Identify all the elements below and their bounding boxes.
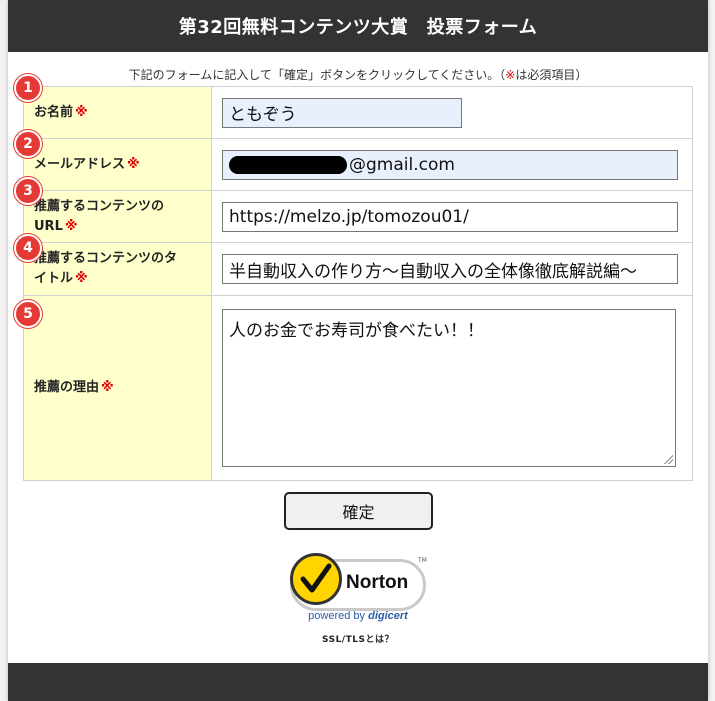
reason-label-cell: 推薦の理由 ※	[23, 295, 212, 481]
title-label-line2: イトル	[34, 271, 74, 286]
page-footer	[8, 663, 708, 701]
marker-4-number: 4	[23, 240, 33, 256]
title-label-cell: 推薦するコンテンツのタ イトル ※	[23, 242, 212, 296]
form-row-name: お名前 ※ ともぞう	[23, 86, 693, 139]
confirm-button[interactable]: 確定	[284, 492, 433, 530]
marker-3: 3	[14, 177, 42, 205]
checkmark-icon	[300, 563, 332, 593]
url-field-cell: https://melzo.jp/tomozou01/	[211, 190, 693, 243]
vote-form-table: お名前 ※ ともぞう メールアドレス ※ @gmail.com 推薦するコンテンツの…	[23, 86, 693, 481]
reason-label: 推薦の理由	[34, 380, 100, 395]
url-label-cell: 推薦するコンテンツの URL ※	[23, 190, 212, 243]
required-mark: ※	[505, 68, 516, 82]
url-input-value: https://melzo.jp/tomozou01/	[229, 206, 469, 227]
email-label: メールアドレス	[34, 156, 126, 172]
email-field-cell: @gmail.com	[211, 138, 693, 191]
title-field-cell: 半自動収入の作り方～自動収入の全体像徹底解説編～	[211, 242, 693, 296]
content-title-input-value: 半自動収入の作り方～自動収入の全体像徹底解説編～	[229, 261, 637, 282]
required-mark: ※	[64, 218, 78, 234]
instructions-text-end: は必須項目）	[515, 68, 588, 82]
norton-check-icon	[290, 553, 342, 605]
required-mark: ※	[101, 380, 114, 395]
marker-5-number: 5	[23, 306, 33, 322]
required-mark: ※	[75, 104, 88, 120]
marker-3-number: 3	[23, 183, 33, 199]
page-title: 第32回無料コンテンツ大賞 投票フォーム	[178, 17, 538, 38]
ssl-info-link[interactable]: SSL/TLSとは？	[8, 632, 708, 645]
content-title-input[interactable]: 半自動収入の作り方～自動収入の全体像徹底解説編～	[222, 254, 678, 284]
powered-by-text: powered by	[308, 610, 366, 622]
email-input-value: @gmail.com	[349, 154, 455, 175]
powered-by-line: powered by digicert	[8, 610, 708, 622]
name-field-cell: ともぞう	[211, 86, 693, 139]
url-label-line1: 推薦するコンテンツの	[34, 198, 165, 214]
marker-2: 2	[14, 130, 42, 158]
reason-textarea-value: 人のお金でお寿司が食べたい！！	[229, 321, 484, 341]
trademark-mark: TM	[418, 557, 427, 564]
name-input-value: ともぞう	[229, 105, 297, 125]
instructions-text: 下記のフォームに記入して「確定」ボタンをクリックしてください。（	[128, 68, 506, 82]
redacted-block	[229, 155, 347, 174]
required-mark: ※	[127, 156, 140, 172]
ssl-info-text: SSL/TLSとは？	[322, 635, 394, 645]
name-input[interactable]: ともぞう	[222, 97, 462, 128]
marker-4: 4	[14, 234, 42, 262]
page-frame: 第32回無料コンテンツ大賞 投票フォーム 下記のフォームに記入して「確定」ボタン…	[8, 0, 708, 701]
marker-5: 5	[14, 300, 42, 328]
email-input[interactable]: @gmail.com	[222, 149, 678, 180]
url-input[interactable]: https://melzo.jp/tomozou01/	[222, 201, 678, 232]
form-row-url: 推薦するコンテンツの URL ※ https://melzo.jp/tomozou…	[23, 190, 693, 243]
digicert-logo: digicert	[368, 610, 408, 622]
form-row-email: メールアドレス ※ @gmail.com	[23, 138, 693, 191]
resize-grip-icon[interactable]	[664, 455, 673, 464]
form-instructions: 下記のフォームに記入して「確定」ボタンをクリックしてください。（※は必須項目）	[8, 66, 708, 83]
form-row-reason: 推薦の理由 ※ 人のお金でお寿司が食べたい！！	[23, 295, 693, 481]
norton-brand: Norton	[346, 572, 409, 593]
page-header: 第32回無料コンテンツ大賞 投票フォーム	[8, 0, 708, 52]
reason-textarea[interactable]: 人のお金でお寿司が食べたい！！	[222, 309, 676, 467]
marker-1: 1	[14, 74, 42, 102]
marker-1-number: 1	[23, 80, 33, 96]
confirm-button-label: 確定	[342, 503, 375, 522]
title-label-line1: 推薦するコンテンツのタ	[34, 251, 178, 266]
name-label-cell: お名前 ※	[23, 86, 212, 139]
form-row-title: 推薦するコンテンツのタ イトル ※ 半自動収入の作り方～自動収入の全体像徹底解説編…	[23, 242, 693, 296]
reason-field-cell: 人のお金でお寿司が食べたい！！	[211, 295, 693, 481]
name-label: お名前	[34, 104, 74, 120]
marker-2-number: 2	[23, 136, 33, 152]
required-mark: ※	[75, 271, 88, 286]
url-label-line2: URL	[34, 218, 63, 234]
email-label-cell: メールアドレス ※	[23, 138, 212, 191]
